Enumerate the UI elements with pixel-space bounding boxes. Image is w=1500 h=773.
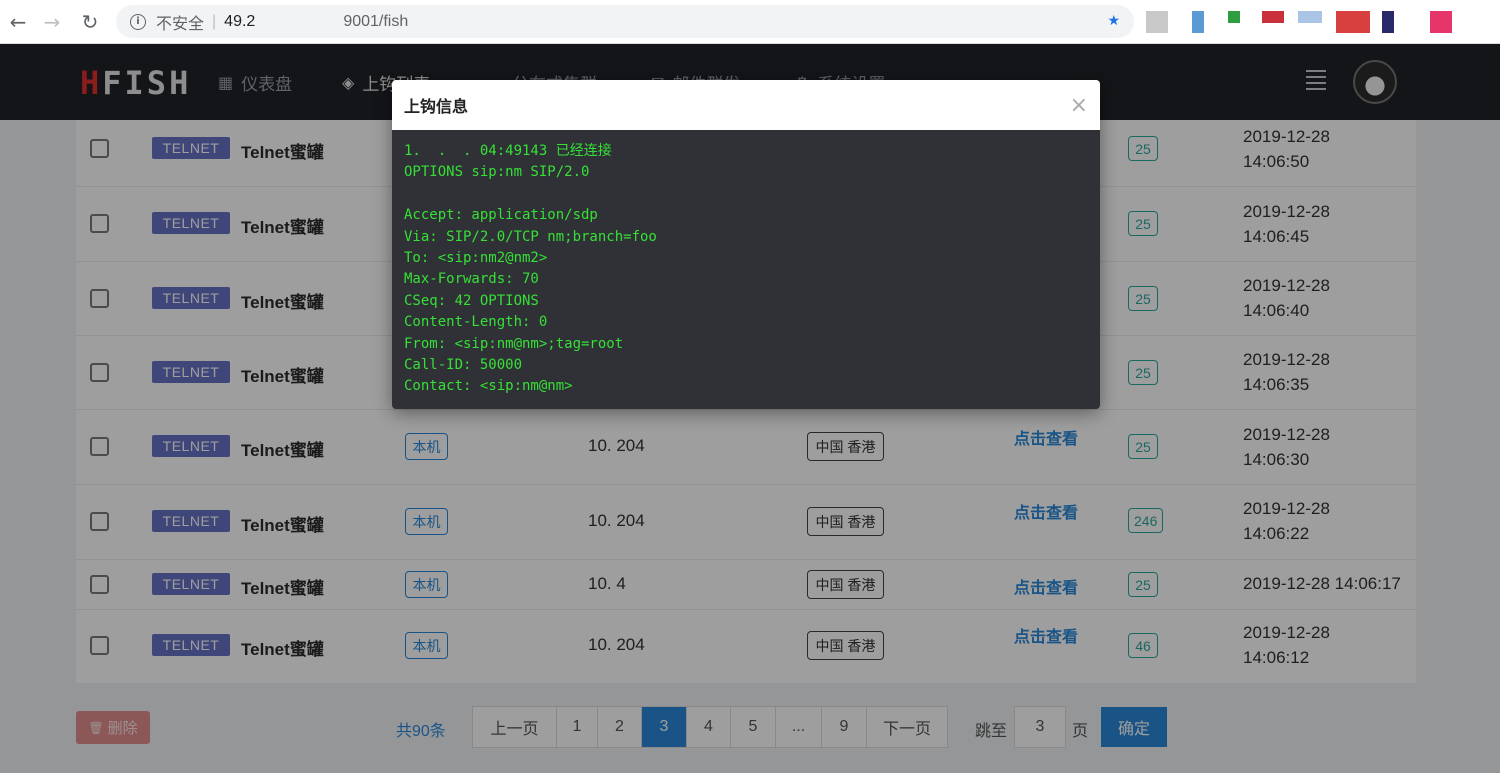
terminal-line: Via: SIP/2.0/TCP nm;branch=foo: [404, 228, 657, 245]
extension-icon[interactable]: [1298, 11, 1322, 23]
extension-icon[interactable]: [1228, 11, 1240, 23]
url-separator: |: [212, 12, 217, 30]
forward-icon[interactable]: →: [34, 4, 70, 40]
terminal-line: Call-ID: 50000: [404, 357, 523, 374]
modal-header: 上钩信息 ×: [392, 80, 1100, 130]
terminal-line: CSeq: 42 OPTIONS: [404, 292, 539, 309]
insecure-label: 不安全: [156, 15, 205, 33]
terminal-line: Max-Forwards: 70: [404, 271, 539, 288]
terminal-output: 1. . . 04:49143 已经连接 OPTIONS sip:nm SIP/2…: [392, 130, 1100, 398]
back-icon[interactable]: ←: [0, 4, 36, 40]
extension-icon[interactable]: [1430, 11, 1452, 33]
modal-title: 上钩信息: [404, 99, 469, 116]
url-path: 9001/fish: [343, 12, 409, 30]
extension-icon[interactable]: [1382, 11, 1394, 33]
extension-icon[interactable]: [1192, 11, 1204, 33]
extension-icon[interactable]: [1262, 11, 1284, 23]
bookmark-icon[interactable]: ★: [1107, 13, 1120, 29]
terminal-line: 1. . . 04:49143 已经连接: [404, 143, 612, 159]
reload-icon[interactable]: ↻: [72, 4, 108, 40]
terminal-line: OPTIONS sip:nm SIP/2.0: [404, 164, 590, 181]
redacted-host: [255, 13, 344, 30]
url-host: 49.2: [224, 12, 256, 30]
terminal-line: From: <sip:nm@nm>;tag=root: [404, 335, 624, 352]
site-info-icon[interactable]: i: [130, 13, 146, 30]
hook-info-modal: 上钩信息 × 1. . . 04:49143 已经连接 OPTIONS sip:n…: [392, 80, 1100, 409]
terminal-line: To: <sip:nm2@nm2>: [404, 250, 548, 267]
close-icon[interactable]: ×: [1070, 93, 1088, 118]
extension-icon[interactable]: [1336, 11, 1370, 33]
browser-toolbar: ← → ↻ i 不安全 | 49.2 9001/fish ★: [0, 0, 1500, 44]
terminal-line: Accept: application/sdp: [404, 207, 598, 224]
extension-icon[interactable]: [1146, 11, 1168, 33]
terminal-line: Content-Length: 0: [404, 314, 548, 331]
address-bar[interactable]: i 不安全 | 49.2 9001/fish ★: [116, 5, 1134, 38]
terminal-line: Contact: <sip:nm@nm>: [404, 378, 573, 395]
